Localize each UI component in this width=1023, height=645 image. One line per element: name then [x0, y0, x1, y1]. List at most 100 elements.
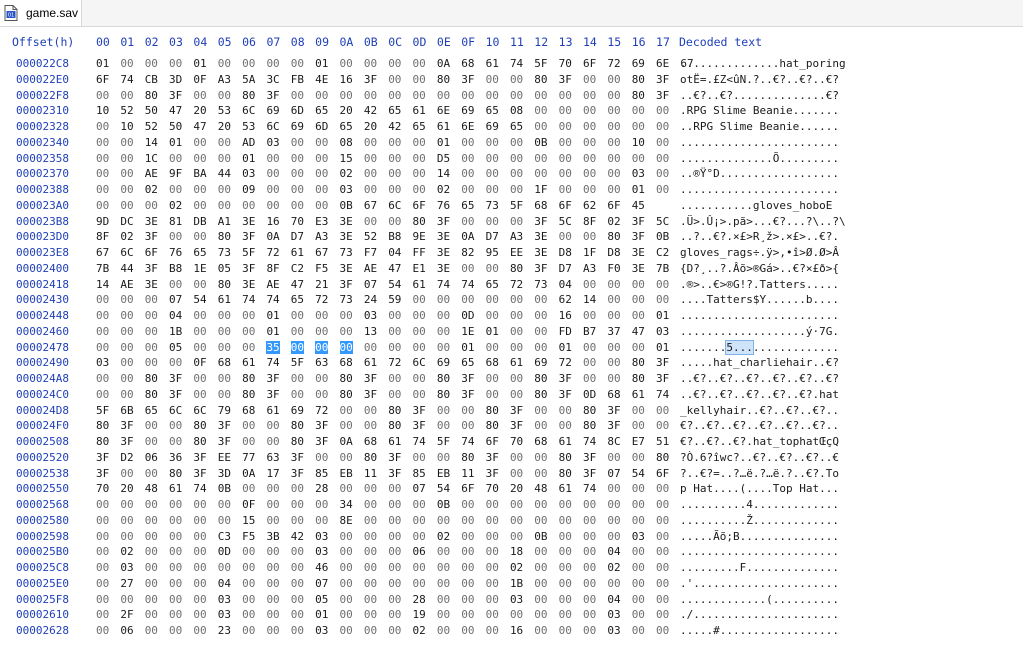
hex-byte[interactable]: 67: [96, 246, 109, 259]
hex-byte[interactable]: 07: [169, 293, 182, 306]
hex-byte[interactable]: 00: [291, 561, 304, 574]
hex-byte[interactable]: 00: [96, 199, 109, 212]
hex-byte[interactable]: 00: [120, 467, 133, 480]
hex-byte[interactable]: 70: [510, 435, 523, 448]
hex-byte[interactable]: 54: [437, 482, 450, 495]
hex-byte[interactable]: 00: [145, 530, 158, 543]
hex-byte[interactable]: 00: [315, 89, 328, 102]
hex-byte[interactable]: 00: [559, 120, 572, 133]
hex-byte[interactable]: 00: [632, 514, 645, 527]
hex-byte[interactable]: 00: [486, 608, 499, 621]
hex-byte[interactable]: 00: [607, 120, 620, 133]
hex-byte[interactable]: 03: [218, 593, 231, 606]
hex-byte[interactable]: 6C: [266, 120, 279, 133]
hex-byte[interactable]: 07: [607, 467, 620, 480]
hex-byte[interactable]: 00: [120, 89, 133, 102]
hex-byte[interactable]: 00: [169, 278, 182, 291]
hex-byte[interactable]: 00: [340, 608, 353, 621]
hex-byte[interactable]: 00: [510, 309, 523, 322]
hex-byte[interactable]: 00: [583, 89, 596, 102]
hex-byte[interactable]: 03: [266, 136, 279, 149]
hex-byte[interactable]: 68: [461, 57, 474, 70]
hex-byte[interactable]: 80: [96, 419, 109, 432]
hex-byte[interactable]: 00: [169, 577, 182, 590]
hex-byte[interactable]: 00: [388, 514, 401, 527]
hex-byte[interactable]: 00: [120, 593, 133, 606]
hex-row[interactable]: 000025F8 00 00 00 00 00 03 00 00 00 05 00 00 00 28 00 00…: [0, 593, 1023, 609]
hex-byte[interactable]: 00: [242, 561, 255, 574]
hex-byte[interactable]: 00: [169, 530, 182, 543]
decoded-text[interactable]: .............(..........: [680, 593, 839, 606]
hex-byte[interactable]: 00: [534, 341, 547, 354]
hex-byte[interactable]: 20: [193, 104, 206, 117]
hex-byte[interactable]: 00: [315, 199, 328, 212]
hex-byte[interactable]: 00: [242, 325, 255, 338]
hex-byte[interactable]: 00: [218, 183, 231, 196]
hex-byte[interactable]: 00: [193, 199, 206, 212]
hex-byte[interactable]: 67: [364, 199, 377, 212]
hex-byte[interactable]: 47: [169, 104, 182, 117]
hex-byte[interactable]: 00: [364, 89, 377, 102]
hex-byte[interactable]: 61: [364, 356, 377, 369]
hex-byte[interactable]: 61: [266, 404, 279, 417]
hex-byte[interactable]: 00: [534, 120, 547, 133]
hex-byte[interactable]: 00: [437, 561, 450, 574]
hex-byte[interactable]: 00: [559, 136, 572, 149]
decoded-text[interactable]: ..............Õ.........: [680, 152, 839, 165]
hex-byte[interactable]: 1B: [510, 577, 523, 590]
hex-byte[interactable]: 61: [559, 482, 572, 495]
hex-byte[interactable]: 00: [340, 593, 353, 606]
hex-byte[interactable]: 02: [120, 545, 133, 558]
hex-byte[interactable]: 00: [413, 136, 426, 149]
hex-byte[interactable]: 76: [169, 246, 182, 259]
hex-byte[interactable]: 3F: [193, 451, 206, 464]
hex-byte[interactable]: 00: [193, 136, 206, 149]
hex-byte[interactable]: 03: [364, 309, 377, 322]
hex-row[interactable]: 00002388 00 00 02 00 00 00 09 00 00 00 03 00 00 00 02 00…: [0, 183, 1023, 199]
hex-byte[interactable]: 00: [461, 183, 474, 196]
hex-byte[interactable]: AD: [242, 136, 255, 149]
hex-byte[interactable]: 00: [218, 388, 231, 401]
hex-byte[interactable]: 00: [364, 608, 377, 621]
hex-byte[interactable]: 00: [583, 593, 596, 606]
hex-byte[interactable]: 2F: [120, 608, 133, 621]
decoded-text[interactable]: ........................: [680, 183, 839, 196]
hex-byte[interactable]: 00: [534, 293, 547, 306]
hex-byte[interactable]: 6C: [242, 104, 255, 117]
hex-byte[interactable]: 00: [413, 73, 426, 86]
hex-byte[interactable]: 54: [388, 278, 401, 291]
hex-byte[interactable]: 73: [340, 246, 353, 259]
decoded-text[interactable]: ..®Ÿ°D..................: [680, 167, 839, 180]
hex-byte[interactable]: 00: [169, 57, 182, 70]
hex-byte[interactable]: 00: [291, 167, 304, 180]
hex-byte[interactable]: 00: [315, 325, 328, 338]
hex-byte[interactable]: 16: [340, 73, 353, 86]
hex-byte[interactable]: 00: [461, 498, 474, 511]
hex-byte[interactable]: 00: [461, 514, 474, 527]
hex-byte[interactable]: C3: [218, 530, 231, 543]
hex-byte[interactable]: 28: [413, 593, 426, 606]
hex-byte[interactable]: 80: [632, 372, 645, 385]
hex-byte[interactable]: 80: [291, 435, 304, 448]
hex-byte[interactable]: D7: [486, 230, 499, 243]
hex-byte[interactable]: 00: [364, 482, 377, 495]
hex-byte[interactable]: 0F: [193, 73, 206, 86]
hex-byte[interactable]: 00: [413, 341, 426, 354]
hex-byte[interactable]: 00: [607, 136, 620, 149]
hex-byte[interactable]: D7: [559, 262, 572, 275]
hex-byte[interactable]: 01: [656, 341, 669, 354]
hex-byte[interactable]: 00: [96, 624, 109, 637]
decoded-text[interactable]: ?Ò.6?îwc?..€?..€?..€?..€: [680, 451, 839, 464]
hex-byte[interactable]: 00: [242, 435, 255, 448]
hex-byte[interactable]: 00: [193, 89, 206, 102]
hex-byte[interactable]: 48: [534, 482, 547, 495]
hex-byte[interactable]: 00: [364, 183, 377, 196]
hex-byte[interactable]: 17: [266, 467, 279, 480]
hex-byte[interactable]: 00: [266, 57, 279, 70]
hex-byte[interactable]: 00: [291, 152, 304, 165]
hex-byte[interactable]: 00: [607, 372, 620, 385]
hex-byte[interactable]: 00: [388, 325, 401, 338]
decoded-text[interactable]: otË=.£Z<ûN.?..€?..€?..€?: [680, 73, 839, 86]
hex-byte[interactable]: 65: [388, 104, 401, 117]
hex-byte[interactable]: 00: [534, 152, 547, 165]
